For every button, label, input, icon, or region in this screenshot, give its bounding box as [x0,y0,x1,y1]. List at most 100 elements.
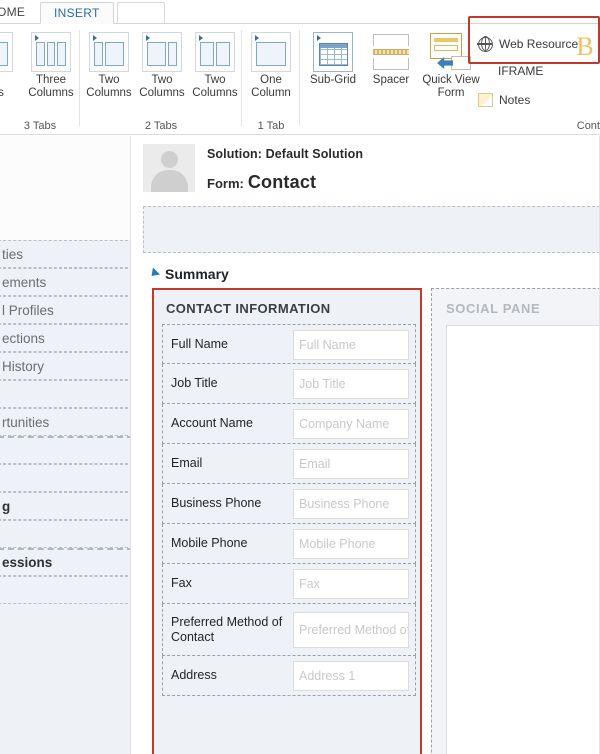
sidebar-item-2[interactable]: l Profiles [0,296,131,324]
notes-command[interactable]: Notes [478,90,530,110]
field-row-mobile-phone[interactable]: Mobile Phone Mobile Phone [162,524,416,564]
command-label: Sub-Grid [309,74,357,86]
section-title: CONTACT INFORMATION [166,301,331,316]
command-label: Two Columns [139,74,185,99]
sidebar-item-label: ties [2,246,24,262]
field-row-preferred-method-of-contact[interactable]: Preferred Method of Contact Preferred Me… [162,604,416,656]
two-columns-command-3[interactable]: Two Columns [186,32,244,100]
field-list: Full Name Full Name Job Title Job Title … [162,324,416,696]
ribbon-tabstrip: OME INSERT [0,0,600,24]
sub-grid-command[interactable]: Sub-Grid [304,32,362,87]
quick-view-form-icon [418,32,484,72]
globe-icon [477,35,493,52]
sidebar-item-label: l Profiles [2,302,54,318]
field-input-email[interactable]: Email [293,449,409,479]
tab-insert[interactable]: INSERT [40,2,114,24]
bing-maps-command[interactable]: B B M [572,32,600,90]
sidebar-item-1[interactable]: ements [0,268,131,296]
summary-label: Summary [165,266,229,282]
web-resource-command[interactable]: Web Resource [477,34,579,54]
spacer-command[interactable]: Spacer [362,32,420,87]
field-input-mobile-phone[interactable]: Mobile Phone [293,529,409,559]
sidebar-item-12[interactable] [0,576,131,604]
left-navigation-panel: ties ements l Profiles ections History r… [0,136,131,754]
ribbon-group-3-tabs: ee mns Three Columns 3 Tabs [0,24,80,134]
command-label: Quick View Form [422,74,480,99]
sidebar-item-8[interactable] [0,464,131,492]
ribbon-baseline [0,134,600,135]
sidebar-item-7[interactable] [0,436,131,464]
group-label-control: Cont [576,120,600,132]
field-row-full-name[interactable]: Full Name Full Name [162,324,416,364]
group-label-1-tab: 1 Tab [257,120,285,132]
summary-tab-header[interactable]: Summary [147,266,229,282]
field-row-account-name[interactable]: Account Name Company Name [162,404,416,444]
three-columns-icon [22,32,80,72]
field-input-preferred-method-of-contact[interactable]: Preferred Method of C [293,612,409,648]
form-header-band[interactable] [143,206,600,253]
sidebar-item-5[interactable] [0,380,131,408]
field-row-address[interactable]: Address Address 1 [162,656,416,696]
one-column-command[interactable]: One Column [242,32,300,100]
sidebar-item-label: History [2,358,45,374]
contact-avatar [143,144,195,192]
form-prefix-label: Form: [207,176,244,191]
field-label: Mobile Phone [171,536,248,550]
three-columns-icon [0,32,22,72]
social-pane-title: SOCIAL PANE [446,301,541,316]
field-row-business-phone[interactable]: Business Phone Business Phone [162,484,416,524]
nav-bottom-fill [0,604,131,754]
tab-overflow[interactable] [117,2,165,24]
ribbon: OME INSERT ee mns [0,0,600,135]
iframe-command[interactable]: IFRAME [498,64,543,78]
two-columns-command-1[interactable]: Two Columns [80,32,138,100]
quick-view-form-command[interactable]: Quick View Form [418,32,484,100]
field-row-fax[interactable]: Fax Fax [162,564,416,604]
command-label: Two Columns [86,74,132,99]
sidebar-item-10[interactable] [0,520,131,548]
field-input-job-title[interactable]: Job Title [293,369,409,399]
field-input-address[interactable]: Address 1 [293,661,409,691]
field-label: Email [171,456,203,470]
contact-information-section[interactable]: CONTACT INFORMATION Full Name Full Name … [152,288,422,754]
command-label: Two Columns [192,74,238,99]
solution-label: Solution: Default Solution [207,147,364,161]
two-columns-icon [186,32,244,72]
sidebar-item-11[interactable]: essions [0,548,131,576]
field-label: Fax [171,576,192,590]
field-label: Business Phone [171,496,262,510]
sidebar-item-3[interactable]: ections [0,324,131,352]
three-columns-command-partial[interactable]: ee mns [0,32,22,100]
field-input-business-phone[interactable]: Business Phone [293,489,409,519]
ribbon-body: ee mns Three Columns 3 Tabs [0,24,600,135]
ribbon-group-control: Sub-Grid Spacer Quick View Form Web Reso… [300,24,600,134]
ribbon-group-1-tab: One Column 1 Tab [242,24,300,134]
field-input-fax[interactable]: Fax [293,569,409,599]
field-input-account-name[interactable]: Company Name [293,409,409,439]
form-name-label: Contact [247,172,317,192]
ribbon-group-2-tabs: Two Columns Two Columns Two Columns 2 Ta… [80,24,242,134]
notes-icon [478,93,493,107]
command-label: B M [572,64,600,90]
page-title: Form: Contact [207,172,316,193]
social-pane-section[interactable]: SOCIAL PANE [431,288,600,754]
sidebar-item-4[interactable]: History [0,352,131,380]
field-label: Job Title [171,376,218,390]
field-input-full-name[interactable]: Full Name [293,330,409,360]
field-row-email[interactable]: Email Email [162,444,416,484]
social-pane-body[interactable] [446,325,600,754]
command-label: One Column [251,74,291,99]
sidebar-item-label: rtunities [2,414,50,430]
field-row-job-title[interactable]: Job Title Job Title [162,364,416,404]
sidebar-item-label: essions [2,555,53,570]
collapse-triangle-icon[interactable] [147,267,161,280]
sidebar-item-label: ections [2,330,45,346]
tab-home[interactable]: OME [0,2,38,24]
sidebar-item-9[interactable]: g [0,492,131,520]
sidebar-item-6[interactable]: rtunities [0,408,131,436]
web-resource-label: Web Resource [499,37,579,51]
two-columns-icon [80,32,138,72]
three-columns-command[interactable]: Three Columns [22,32,80,100]
two-columns-command-2[interactable]: Two Columns [133,32,191,100]
sidebar-item-0[interactable]: ties [0,240,131,268]
